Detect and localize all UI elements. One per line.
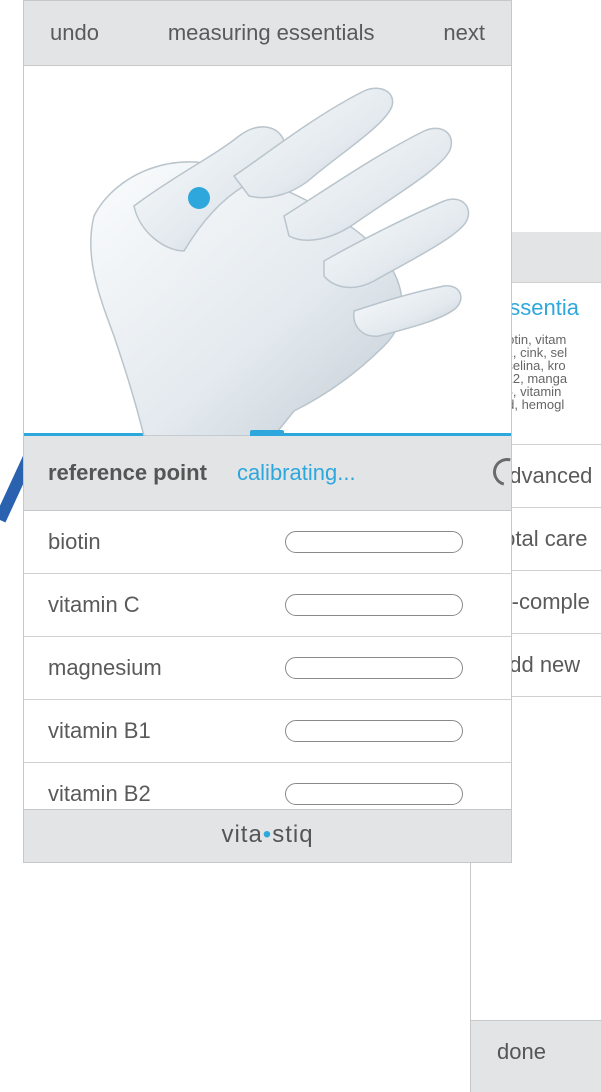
brand-right: stiq — [272, 821, 314, 848]
next-button[interactable]: next — [443, 20, 485, 46]
nutrient-label: vitamin C — [48, 592, 140, 617]
nutrient-row[interactable]: vitamin B1 — [24, 700, 511, 763]
calibration-status: calibrating... — [236, 460, 356, 485]
done-button[interactable]: done — [471, 1020, 601, 1092]
nutrient-row[interactable]: biotin — [24, 511, 511, 574]
undo-button[interactable]: undo — [50, 20, 99, 46]
brand-logo: vita•stiq — [221, 821, 313, 848]
brand-dot: • — [262, 821, 273, 848]
reference-row: reference point calibrating... — [24, 436, 511, 511]
nutrient-row[interactable]: vitamin C — [24, 574, 511, 637]
progress-bar — [285, 783, 463, 805]
nutrient-label: vitamin B2 — [48, 781, 151, 806]
progress-bar — [285, 594, 463, 616]
progress-bar — [285, 720, 463, 742]
nutrient-label: vitamin B1 — [48, 718, 151, 743]
brand-footer: vita•stiq — [24, 809, 511, 862]
screen-title: measuring essentials — [167, 20, 375, 45]
progress-bar — [285, 657, 463, 679]
essentials-description: biotin, vitam B2, cink, sel kiselina, kr… — [497, 332, 568, 412]
reference-point-marker — [188, 187, 210, 209]
progress-bar — [285, 531, 463, 553]
brand-left: vita — [221, 821, 263, 848]
measuring-screen: undo measuring essentials next reference… — [23, 0, 512, 863]
nutrient-label: magnesium — [48, 655, 162, 680]
done-label: done — [497, 1039, 546, 1064]
spinner-icon — [487, 452, 511, 492]
hand-icon — [90, 87, 470, 436]
reference-label: reference point — [48, 460, 207, 485]
nutrient-row[interactable]: magnesium — [24, 637, 511, 700]
essentials-title: essentia — [497, 295, 579, 320]
nutrient-label: biotin — [48, 529, 101, 554]
hand-illustration — [24, 66, 511, 436]
top-bar: undo measuring essentials next — [24, 1, 511, 66]
